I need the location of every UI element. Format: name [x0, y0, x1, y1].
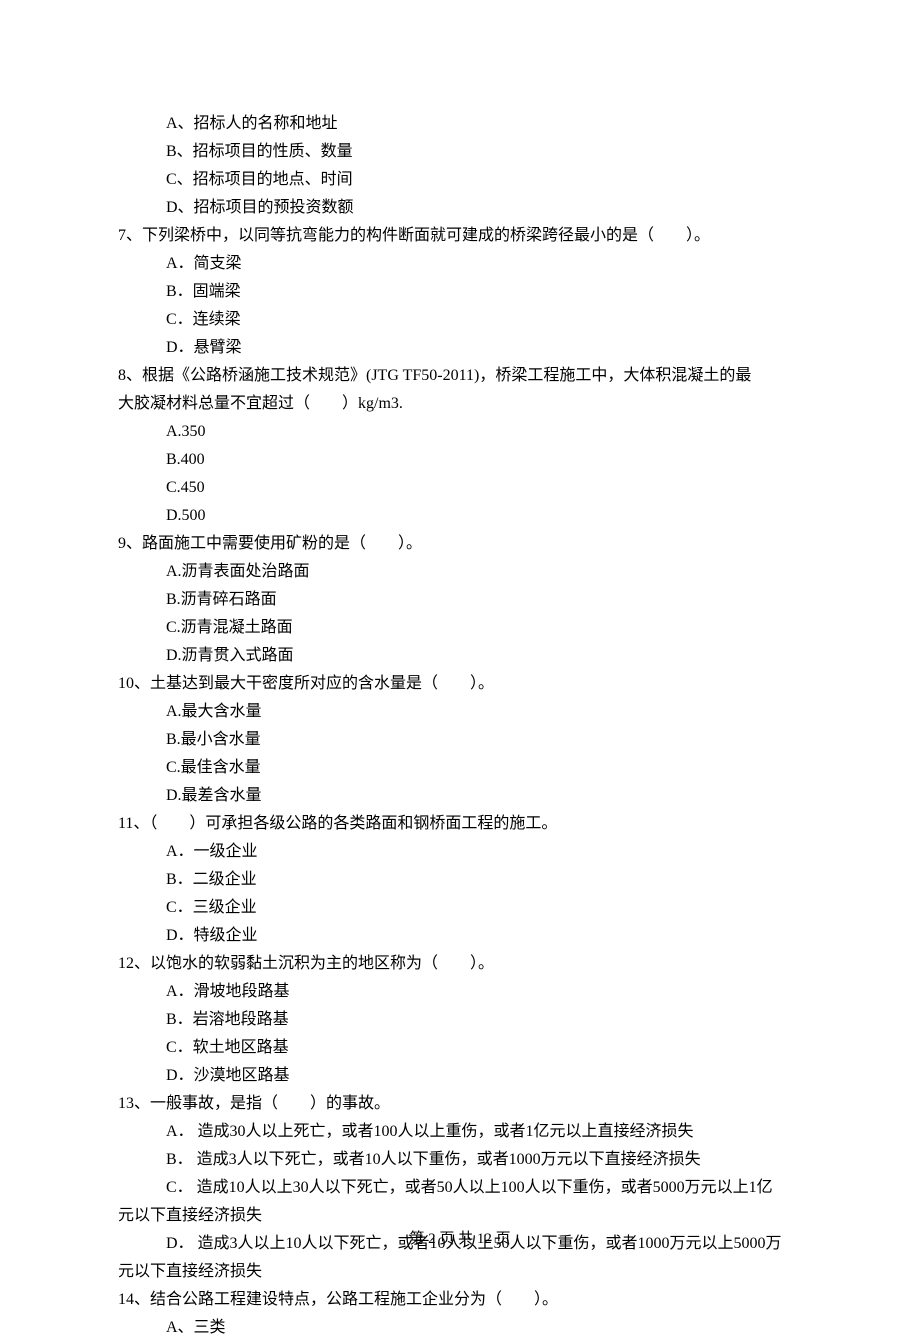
- q11-option-b: B．二级企业: [118, 866, 802, 894]
- q8-option-d: D.500: [118, 502, 802, 530]
- q11-text: 11、（ ）可承担各级公路的各类路面和钢桥面工程的施工。: [118, 810, 802, 838]
- q8-option-b: B.400: [118, 446, 802, 474]
- q8-option-c: C.450: [118, 474, 802, 502]
- q12-option-d: D．沙漠地区路基: [118, 1062, 802, 1090]
- q10-option-c: C.最佳含水量: [118, 754, 802, 782]
- q13-text: 13、一般事故，是指（ ）的事故。: [118, 1090, 802, 1118]
- q7-option-c: C．连续梁: [118, 306, 802, 334]
- q14-text: 14、结合公路工程建设特点，公路工程施工企业分为（ ）。: [118, 1286, 802, 1314]
- q14-option-a: A、三类: [118, 1314, 802, 1342]
- q9-option-b: B.沥青碎石路面: [118, 586, 802, 614]
- q8-text-line1: 8、根据《公路桥涵施工技术规范》(JTG TF50-2011)，桥梁工程施工中，…: [118, 362, 802, 390]
- q12-text: 12、以饱水的软弱黏土沉积为主的地区称为（ ）。: [118, 950, 802, 978]
- q10-option-d: D.最差含水量: [118, 782, 802, 810]
- q9-option-c: C.沥青混凝土路面: [118, 614, 802, 642]
- q7-option-d: D．悬臂梁: [118, 334, 802, 362]
- q6-option-d: D、招标项目的预投资数额: [118, 194, 802, 222]
- q10-option-a: A.最大含水量: [118, 698, 802, 726]
- q10-text: 10、土基达到最大干密度所对应的含水量是（ ）。: [118, 670, 802, 698]
- q12-option-a: A．滑坡地段路基: [118, 978, 802, 1006]
- q7-option-a: A．简支梁: [118, 250, 802, 278]
- q11-option-d: D．特级企业: [118, 922, 802, 950]
- q13-option-a: A． 造成30人以上死亡，或者100人以上重伤，或者1亿元以上直接经济损失: [118, 1118, 802, 1146]
- q11-option-a: A．一级企业: [118, 838, 802, 866]
- document-content: A、招标人的名称和地址 B、招标项目的性质、数量 C、招标项目的地点、时间 D、…: [118, 110, 802, 1342]
- q13-option-d-line2: 元以下直接经济损失: [118, 1258, 802, 1286]
- q9-option-a: A.沥青表面处治路面: [118, 558, 802, 586]
- q13-option-c-line1: C． 造成10人以上30人以下死亡，或者50人以上100人以下重伤，或者5000…: [118, 1174, 802, 1202]
- q6-option-c: C、招标项目的地点、时间: [118, 166, 802, 194]
- q13-option-b: B． 造成3人以下死亡，或者10人以下重伤，或者1000万元以下直接经济损失: [118, 1146, 802, 1174]
- q8-text-line2: 大胶凝材料总量不宜超过（ ）kg/m3.: [118, 390, 802, 418]
- q10-option-b: B.最小含水量: [118, 726, 802, 754]
- q6-option-b: B、招标项目的性质、数量: [118, 138, 802, 166]
- q11-option-c: C．三级企业: [118, 894, 802, 922]
- q6-option-a: A、招标人的名称和地址: [118, 110, 802, 138]
- q12-option-c: C．软土地区路基: [118, 1034, 802, 1062]
- q12-option-b: B．岩溶地段路基: [118, 1006, 802, 1034]
- q9-option-d: D.沥青贯入式路面: [118, 642, 802, 670]
- q9-text: 9、路面施工中需要使用矿粉的是（ ）。: [118, 530, 802, 558]
- q8-option-a: A.350: [118, 418, 802, 446]
- page-footer: 第 2 页 共 12 页: [0, 1226, 920, 1252]
- q7-text: 7、下列梁桥中，以同等抗弯能力的构件断面就可建成的桥梁跨径最小的是（ ）。: [118, 222, 802, 250]
- q7-option-b: B．固端梁: [118, 278, 802, 306]
